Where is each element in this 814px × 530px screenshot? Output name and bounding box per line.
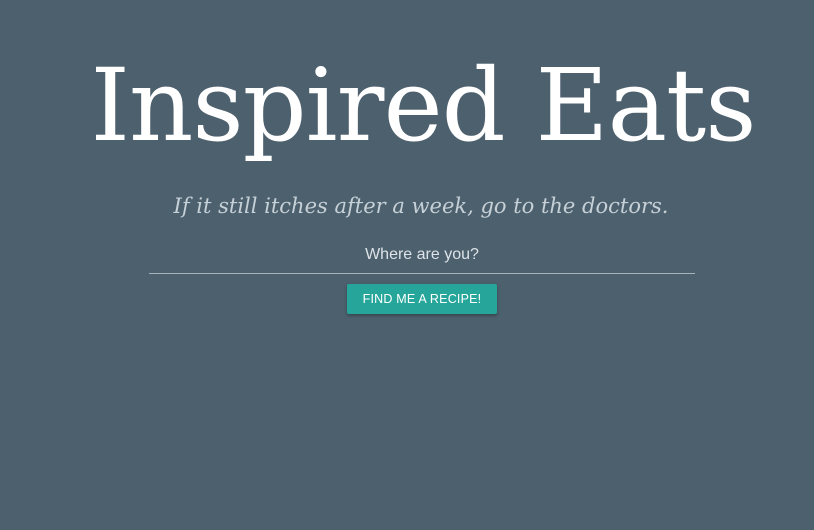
find-recipe-button[interactable]: FIND ME A RECIPE! — [347, 284, 497, 314]
hero-section: Inspired Eats If it still itches after a… — [0, 0, 814, 530]
site-title: Inspired Eats — [90, 47, 756, 164]
location-input[interactable] — [149, 237, 695, 273]
tagline: If it still itches after a week, go to t… — [173, 194, 669, 218]
location-field — [149, 237, 695, 274]
